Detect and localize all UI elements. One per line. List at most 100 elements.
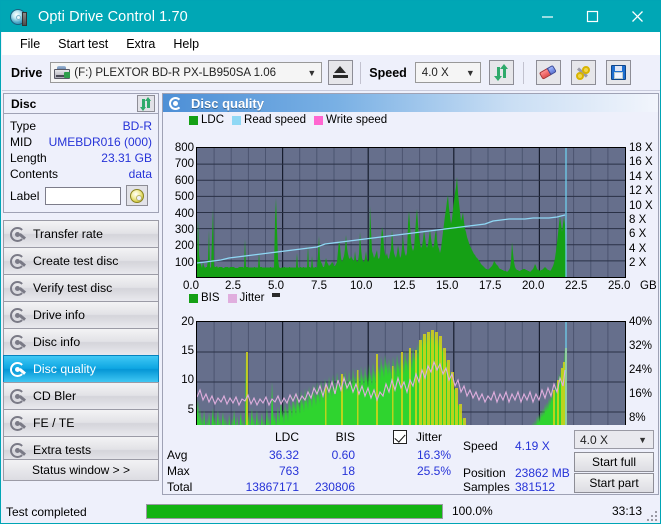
erase-button[interactable] [535, 60, 561, 85]
menu-start-test[interactable]: Start test [49, 35, 117, 53]
stats-row-max: Max [167, 464, 190, 478]
start-full-button[interactable]: Start full [574, 452, 654, 472]
status-window-button[interactable]: Status window > > [3, 459, 159, 481]
legend-label-read-speed: Read speed [244, 114, 307, 126]
menu-help[interactable]: Help [164, 35, 208, 53]
disc-label-input[interactable] [45, 186, 122, 205]
disc-test-icon [10, 415, 26, 431]
toolbar-separator-1 [360, 61, 362, 84]
test-speed-select[interactable]: 4.0 X ▼ [574, 430, 654, 449]
chart1-ytick-right-8x: 8 X [629, 214, 647, 226]
chart1-xtick-2: 5.0 [268, 280, 284, 292]
disc-row-value: 23.31 GB [101, 151, 152, 165]
disc-quality-icon [169, 96, 182, 110]
chart1-ytick-right-16x: 16 X [629, 156, 653, 169]
left-panel: Disc Type BD-R MID UMEBDR016 (000) Lengt… [3, 93, 159, 481]
title-bar: Opti Drive Control 1.70 [1, 1, 660, 32]
eject-icon [333, 66, 349, 79]
disc-panel-header: Disc [3, 93, 159, 114]
minimize-icon[interactable] [525, 1, 570, 32]
chart1-xtick-7: 17.5 [479, 280, 502, 292]
sidebar-item-transfer-rate[interactable]: Transfer rate [3, 220, 159, 248]
progress-percent-text: 100.0% [452, 504, 493, 518]
chart1-xtick-10: 25.0 [608, 280, 631, 292]
sidebar-item-disc-info[interactable]: Disc info [3, 328, 159, 356]
stats-samples-value: 381512 [515, 480, 556, 494]
stats-position-value: 23862 MB [515, 466, 570, 480]
stats-header-bis: BIS [335, 430, 355, 444]
sidebar-item-label: Disc info [33, 335, 81, 349]
status-message: Test completed [6, 505, 87, 519]
sidebar-item-disc-quality[interactable]: Disc quality [3, 355, 159, 383]
close-icon[interactable] [615, 1, 660, 32]
content-header: Disc quality [163, 94, 658, 112]
stats-header-jitter: Jitter [416, 430, 443, 444]
legend-swatch-marker [272, 293, 281, 297]
resize-grip[interactable] [647, 511, 657, 521]
start-part-button[interactable]: Start part [574, 473, 654, 493]
status-bar: Test completed 100.0% 33:13 [2, 501, 660, 523]
sidebar-item-label: Extra tests [33, 443, 92, 457]
chart2-ytick-right-32: 32% [629, 340, 653, 352]
eject-button[interactable] [328, 60, 354, 85]
stats-speed-value: 4.19 X [515, 439, 550, 453]
stats-ldc-total: 13867171 [245, 480, 299, 494]
stats-ldc-max: 763 [278, 464, 299, 478]
sidebar-item-label: Disc quality [33, 362, 96, 376]
disc-row-key: Contents [10, 167, 59, 181]
menu-bar: File Start test Extra Help [2, 32, 660, 55]
disc-row-type: Type BD-R [10, 118, 152, 134]
speed-select-value: 4.0 X [421, 66, 449, 79]
disc-row-mid: MID UMEBDR016 (000) [10, 134, 152, 150]
maximize-icon[interactable] [570, 1, 615, 32]
chart2-ytick-right-24: 24% [629, 364, 653, 376]
sidebar-item-label: CD Bler [33, 389, 77, 403]
save-button[interactable] [605, 60, 631, 85]
window-controls [525, 1, 660, 32]
refresh-button[interactable] [488, 60, 514, 85]
tools-icon [575, 65, 592, 81]
disc-label-row: Label [10, 184, 152, 207]
legend-label-jitter: Jitter [239, 292, 265, 304]
stats-jitter-max: 25.5% [416, 464, 451, 478]
sidebar-item-verify-test-disc[interactable]: Verify test disc [3, 274, 159, 302]
drive-icon [54, 65, 71, 80]
progress-fill [147, 505, 442, 518]
chart1-ytick-right-2x: 2 X [629, 257, 647, 270]
sidebar-item-fe-te[interactable]: FE / TE [3, 409, 159, 437]
menu-extra[interactable]: Extra [117, 35, 164, 53]
chart2-legend: BIS Jitter [163, 291, 658, 305]
sidebar-item-label: Transfer rate [33, 227, 103, 241]
sidebar-item-create-test-disc[interactable]: Create test disc [3, 247, 159, 275]
stats-header-ldc: LDC [274, 430, 299, 444]
sidebar-item-cd-bler[interactable]: CD Bler [3, 382, 159, 410]
refresh-icon [140, 96, 152, 111]
stats-samples-label: Samples [463, 480, 510, 494]
legend-swatch-ldc [189, 115, 198, 125]
chart1-xtick-9: 22.5 [565, 280, 588, 292]
chart1-ytick-right-6x: 6 X [629, 228, 647, 241]
tools-button[interactable] [570, 60, 596, 85]
disc-refresh-button[interactable] [137, 95, 155, 112]
chart1-ytick-right-14x: 14 X [629, 170, 653, 183]
legend-label-bis: BIS [201, 292, 220, 304]
drive-select[interactable]: (F:) PLEXTOR BD-R PX-LB950SA 1.06 ▼ [50, 62, 323, 83]
disc-label-button[interactable] [126, 185, 149, 206]
chart1-ytick-right-4x: 4 X [629, 242, 647, 255]
stats-jitter-avg: 16.3% [416, 448, 451, 462]
menu-file[interactable]: File [11, 35, 49, 53]
window-title: Opti Drive Control 1.70 [38, 8, 188, 25]
elapsed-time: 33:13 [612, 504, 643, 518]
legend-label-ldc: LDC [201, 114, 225, 126]
disc-label-icon [130, 188, 145, 203]
disc-row-key: Length [10, 151, 47, 165]
disc-row-key: MID [10, 135, 32, 149]
disc-test-icon [10, 307, 26, 323]
toolbar: Drive (F:) PLEXTOR BD-R PX-LB950SA 1.06 … [2, 55, 660, 91]
sidebar-item-drive-info[interactable]: Drive info [3, 301, 159, 329]
drive-select-value: (F:) PLEXTOR BD-R PX-LB950SA 1.06 [74, 66, 277, 79]
jitter-checkbox[interactable] [393, 430, 407, 444]
disc-test-icon [10, 253, 26, 269]
speed-select[interactable]: 4.0 X ▼ [414, 62, 481, 83]
chevron-down-icon: ▼ [465, 67, 475, 78]
